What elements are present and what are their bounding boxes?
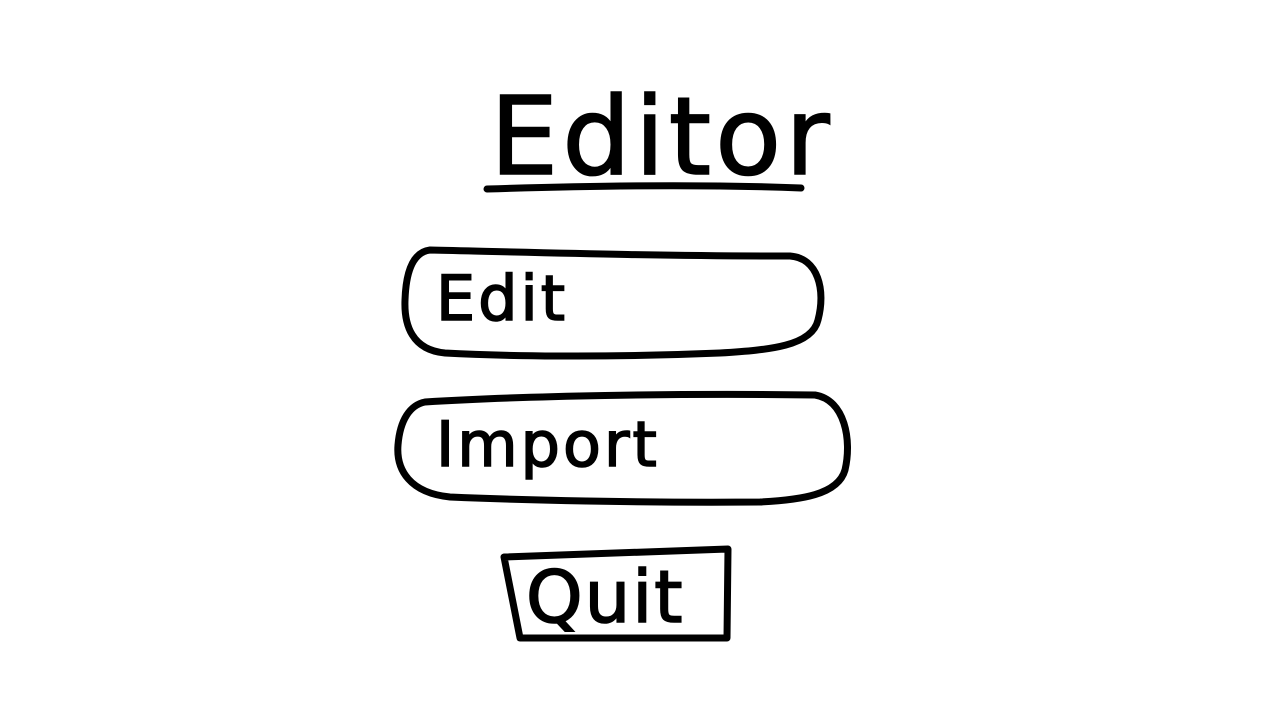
import-button[interactable]: Import xyxy=(394,390,851,506)
title-underline xyxy=(483,182,805,193)
edit-button-label: Edit xyxy=(436,262,568,335)
import-button-label: Import xyxy=(436,408,660,481)
quit-button[interactable]: Quit xyxy=(500,545,732,642)
page-title: Editor xyxy=(490,75,834,200)
title-block: Editor xyxy=(483,74,834,201)
sketch-canvas: Editor Edit Import Quit xyxy=(394,74,851,642)
quit-button-label: Quit xyxy=(526,555,685,639)
edit-button[interactable]: Edit xyxy=(401,246,825,360)
editor-main-menu: Editor Edit Import Quit xyxy=(0,0,1268,708)
